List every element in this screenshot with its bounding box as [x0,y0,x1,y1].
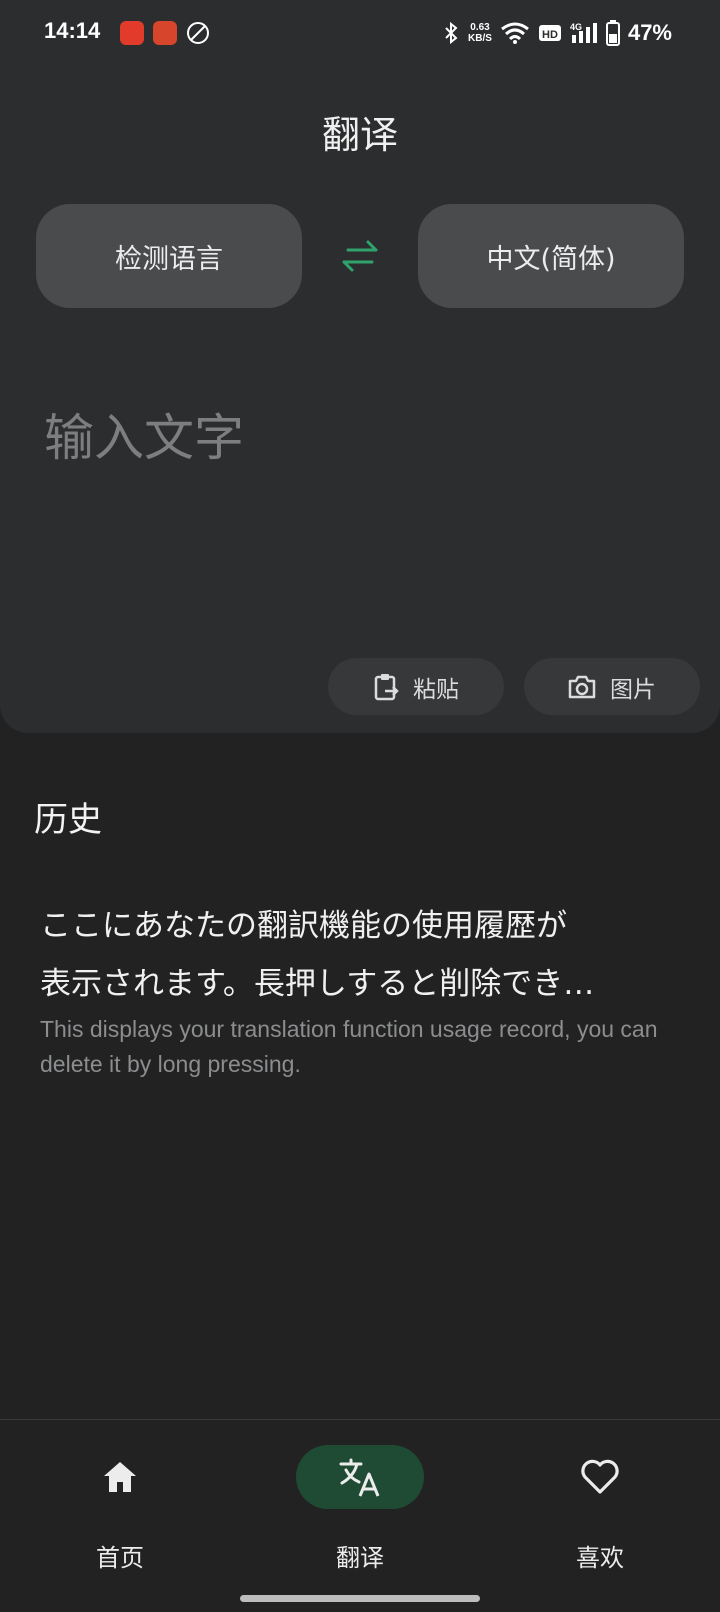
status-time: 14:14 [44,18,101,43]
camera-icon [568,675,596,698]
source-language-label: 检测语言 [115,243,223,275]
svg-text:HD: HD [542,29,558,41]
battery-icon [605,20,620,46]
translate-panel: 14:14 0.63 KB/S HD 4G 47% 翻译 检测语言 中文(简体)… [0,0,720,733]
history-empty-line-2: 表示されます。長押しすると削除でき… [40,966,595,1002]
paste-icon [374,673,399,700]
nav-translate[interactable]: 翻译 [260,1420,460,1572]
history-title: 历史 [34,800,102,840]
history-empty-line-1: ここにあなたの翻訳機能の使用履歴が [40,908,567,944]
swap-languages-icon[interactable] [338,236,382,276]
heart-icon [581,1459,619,1494]
image-button[interactable]: 图片 [524,658,700,715]
home-indicator[interactable] [240,1595,480,1602]
svg-text:4G: 4G [570,22,582,32]
nav-favorites-icon-wrap [536,1445,664,1509]
nav-translate-icon-wrap [296,1445,424,1509]
status-bar: 14:14 0.63 KB/S HD 4G 47% [0,0,720,66]
network-speed-unit: KB/S [468,33,492,44]
nav-home-label: 首页 [96,1544,144,1572]
cellular-signal-icon: 4G [570,22,597,43]
network-speed: 0.63 KB/S [468,22,492,44]
hd-icon: HD [538,25,561,41]
target-language-label: 中文(简体) [486,243,616,275]
bluetooth-icon [445,21,458,45]
nav-favorites-label: 喜欢 [576,1544,624,1572]
translate-icon [339,1458,380,1497]
history-empty-message: ここにあなたの翻訳機能の使用履歴が 表示されます。長押しすると削除でき… [40,897,690,1013]
nav-favorites[interactable]: 喜欢 [500,1420,700,1572]
no-ads-icon [187,22,209,44]
status-icons: 0.63 KB/S HD 4G 47% [442,18,672,48]
bottom-navigation: 首页 翻译 喜欢 [0,1419,720,1612]
text-input[interactable]: 输入文字 [44,398,244,470]
nav-translate-label: 翻译 [336,1544,384,1572]
source-language-button[interactable]: 检测语言 [36,204,302,308]
paste-label: 粘贴 [413,676,459,703]
home-icon [104,1462,136,1492]
nav-home[interactable]: 首页 [20,1420,220,1572]
network-speed-value: 0.63 [470,22,490,33]
battery-percent: 47% [627,20,672,45]
page-title: 翻译 [321,113,398,157]
target-language-button[interactable]: 中文(简体) [418,204,684,308]
text-input-placeholder: 输入文字 [44,409,244,467]
nav-home-icon-wrap [56,1445,184,1509]
paste-button[interactable]: 粘贴 [328,658,504,715]
history-empty-message-en: This displays your translation function … [40,1016,658,1077]
app-notification-icon [120,21,144,45]
app-notification-icon [153,21,177,45]
image-label: 图片 [610,676,656,703]
wifi-icon [501,22,529,44]
